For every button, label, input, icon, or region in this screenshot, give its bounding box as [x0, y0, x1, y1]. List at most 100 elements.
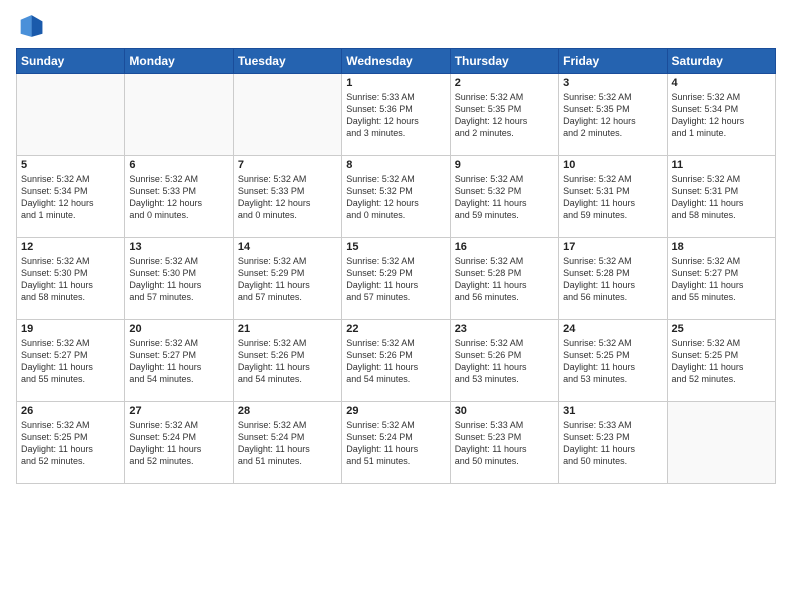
day-number: 25	[672, 323, 771, 335]
day-detail: Sunrise: 5:33 AM Sunset: 5:23 PM Dayligh…	[563, 419, 662, 468]
calendar-cell: 13Sunrise: 5:32 AM Sunset: 5:30 PM Dayli…	[125, 238, 233, 320]
calendar-cell: 27 Sunrise: 5:32 AM Sunset: 5:24 PM Dayli…	[125, 402, 233, 484]
calendar-cell: 24 Sunrise: 5:32 AM Sunset: 5:25 PM Dayli…	[559, 320, 667, 402]
day-number: 27	[129, 405, 228, 417]
calendar-cell: 12 Sunrise: 5:32 AM Sunset: 5:30 PM Dayli…	[17, 238, 125, 320]
day-number: 11	[672, 159, 771, 171]
day-detail: Sunrise: 5:32 AM Sunset: 5:33 PM Dayligh…	[238, 173, 337, 222]
calendar-week-row: 12 Sunrise: 5:32 AM Sunset: 5:30 PM Dayli…	[17, 238, 776, 320]
calendar-cell: 5 Sunrise: 5:32 AM Sunset: 5:34 PM Daylig…	[17, 156, 125, 238]
calendar-cell	[667, 402, 775, 484]
weekday-header: Thursday	[450, 49, 558, 74]
day-detail: Sunrise: 5:32 AM Sunset: 5:30 PM Dayligh…	[129, 255, 228, 304]
calendar-cell: 10 Sunrise: 5:32 AM Sunset: 5:31 PM Dayli…	[559, 156, 667, 238]
day-number: 15	[346, 241, 445, 253]
day-detail: Sunrise: 5:32 AM Sunset: 5:25 PM Dayligh…	[672, 337, 771, 386]
weekday-header: Sunday	[17, 49, 125, 74]
day-detail: Sunrise: 5:32 AM Sunset: 5:24 PM Dayligh…	[346, 419, 445, 468]
day-number: 20	[129, 323, 228, 335]
calendar-cell: 26 Sunrise: 5:32 AM Sunset: 5:25 PM Dayli…	[17, 402, 125, 484]
day-detail: Sunrise: 5:32 AM Sunset: 5:25 PM Dayligh…	[21, 419, 120, 468]
day-detail: Sunrise: 5:32 AM Sunset: 5:29 PM Dayligh…	[238, 255, 337, 304]
day-detail: Sunrise: 5:32 AM Sunset: 5:30 PM Dayligh…	[21, 255, 120, 304]
day-number: 8	[346, 159, 445, 171]
day-number: 4	[672, 77, 771, 89]
weekday-header-row: SundayMondayTuesdayWednesdayThursdayFrid…	[17, 49, 776, 74]
day-number: 17	[563, 241, 662, 253]
calendar-week-row: 19 Sunrise: 5:32 AM Sunset: 5:27 PM Dayli…	[17, 320, 776, 402]
weekday-header: Tuesday	[233, 49, 341, 74]
calendar-cell: 23 Sunrise: 5:32 AM Sunset: 5:26 PM Dayli…	[450, 320, 558, 402]
day-detail: Sunrise: 5:32 AM Sunset: 5:33 PM Dayligh…	[129, 173, 228, 222]
calendar-cell: 17 Sunrise: 5:32 AM Sunset: 5:28 PM Dayli…	[559, 238, 667, 320]
day-detail: Sunrise: 5:32 AM Sunset: 5:29 PM Dayligh…	[346, 255, 445, 304]
day-number: 18	[672, 241, 771, 253]
weekday-header: Saturday	[667, 49, 775, 74]
day-detail: Sunrise: 5:32 AM Sunset: 5:35 PM Dayligh…	[563, 91, 662, 140]
header	[16, 12, 776, 40]
calendar-cell: 19 Sunrise: 5:32 AM Sunset: 5:27 PM Dayli…	[17, 320, 125, 402]
calendar-week-row: 1 Sunrise: 5:33 AM Sunset: 5:36 PM Daylig…	[17, 74, 776, 156]
day-detail: Sunrise: 5:33 AM Sunset: 5:36 PM Dayligh…	[346, 91, 445, 140]
calendar-cell: 6Sunrise: 5:32 AM Sunset: 5:33 PM Daylig…	[125, 156, 233, 238]
day-detail: Sunrise: 5:32 AM Sunset: 5:27 PM Dayligh…	[21, 337, 120, 386]
day-number: 14	[238, 241, 337, 253]
calendar-cell: 1 Sunrise: 5:33 AM Sunset: 5:36 PM Daylig…	[342, 74, 450, 156]
day-number: 29	[346, 405, 445, 417]
day-number: 28	[238, 405, 337, 417]
day-detail: Sunrise: 5:32 AM Sunset: 5:26 PM Dayligh…	[238, 337, 337, 386]
day-detail: Sunrise: 5:32 AM Sunset: 5:24 PM Dayligh…	[238, 419, 337, 468]
day-detail: Sunrise: 5:32 AM Sunset: 5:28 PM Dayligh…	[455, 255, 554, 304]
day-number: 10	[563, 159, 662, 171]
day-number: 26	[21, 405, 120, 417]
day-number: 1	[346, 77, 445, 89]
day-number: 7	[238, 159, 337, 171]
day-detail: Sunrise: 5:32 AM Sunset: 5:27 PM Dayligh…	[672, 255, 771, 304]
day-number: 24	[563, 323, 662, 335]
day-detail: Sunrise: 5:32 AM Sunset: 5:31 PM Dayligh…	[672, 173, 771, 222]
calendar-cell: 28 Sunrise: 5:32 AM Sunset: 5:24 PM Dayli…	[233, 402, 341, 484]
calendar-cell: 18 Sunrise: 5:32 AM Sunset: 5:27 PM Dayli…	[667, 238, 775, 320]
day-number: 30	[455, 405, 554, 417]
day-detail: Sunrise: 5:32 AM Sunset: 5:32 PM Dayligh…	[455, 173, 554, 222]
weekday-header: Friday	[559, 49, 667, 74]
calendar-week-row: 26 Sunrise: 5:32 AM Sunset: 5:25 PM Dayli…	[17, 402, 776, 484]
calendar-cell: 8 Sunrise: 5:32 AM Sunset: 5:32 PM Daylig…	[342, 156, 450, 238]
day-detail: Sunrise: 5:32 AM Sunset: 5:26 PM Dayligh…	[455, 337, 554, 386]
day-number: 21	[238, 323, 337, 335]
logo	[16, 12, 48, 40]
day-number: 16	[455, 241, 554, 253]
day-number: 23	[455, 323, 554, 335]
day-detail: Sunrise: 5:32 AM Sunset: 5:25 PM Dayligh…	[563, 337, 662, 386]
calendar-cell: 21 Sunrise: 5:32 AM Sunset: 5:26 PM Dayli…	[233, 320, 341, 402]
day-number: 5	[21, 159, 120, 171]
day-detail: Sunrise: 5:32 AM Sunset: 5:31 PM Dayligh…	[563, 173, 662, 222]
calendar-cell: 22Sunrise: 5:32 AM Sunset: 5:26 PM Dayli…	[342, 320, 450, 402]
day-number: 3	[563, 77, 662, 89]
calendar: SundayMondayTuesdayWednesdayThursdayFrid…	[16, 48, 776, 484]
calendar-week-row: 5 Sunrise: 5:32 AM Sunset: 5:34 PM Daylig…	[17, 156, 776, 238]
calendar-cell: 20Sunrise: 5:32 AM Sunset: 5:27 PM Dayli…	[125, 320, 233, 402]
day-number: 12	[21, 241, 120, 253]
day-number: 22	[346, 323, 445, 335]
day-detail: Sunrise: 5:32 AM Sunset: 5:32 PM Dayligh…	[346, 173, 445, 222]
logo-icon	[16, 12, 44, 40]
calendar-cell	[125, 74, 233, 156]
calendar-cell: 30Sunrise: 5:33 AM Sunset: 5:23 PM Dayli…	[450, 402, 558, 484]
calendar-cell: 9Sunrise: 5:32 AM Sunset: 5:32 PM Daylig…	[450, 156, 558, 238]
weekday-header: Wednesday	[342, 49, 450, 74]
calendar-cell: 31Sunrise: 5:33 AM Sunset: 5:23 PM Dayli…	[559, 402, 667, 484]
calendar-cell: 7 Sunrise: 5:32 AM Sunset: 5:33 PM Daylig…	[233, 156, 341, 238]
day-number: 2	[455, 77, 554, 89]
page: SundayMondayTuesdayWednesdayThursdayFrid…	[0, 0, 792, 612]
weekday-header: Monday	[125, 49, 233, 74]
day-detail: Sunrise: 5:32 AM Sunset: 5:34 PM Dayligh…	[21, 173, 120, 222]
calendar-cell: 25 Sunrise: 5:32 AM Sunset: 5:25 PM Dayli…	[667, 320, 775, 402]
day-number: 19	[21, 323, 120, 335]
day-detail: Sunrise: 5:32 AM Sunset: 5:35 PM Dayligh…	[455, 91, 554, 140]
calendar-cell: 3 Sunrise: 5:32 AM Sunset: 5:35 PM Daylig…	[559, 74, 667, 156]
calendar-cell: 2 Sunrise: 5:32 AM Sunset: 5:35 PM Daylig…	[450, 74, 558, 156]
calendar-cell: 16 Sunrise: 5:32 AM Sunset: 5:28 PM Dayli…	[450, 238, 558, 320]
day-detail: Sunrise: 5:32 AM Sunset: 5:24 PM Dayligh…	[129, 419, 228, 468]
day-detail: Sunrise: 5:32 AM Sunset: 5:28 PM Dayligh…	[563, 255, 662, 304]
